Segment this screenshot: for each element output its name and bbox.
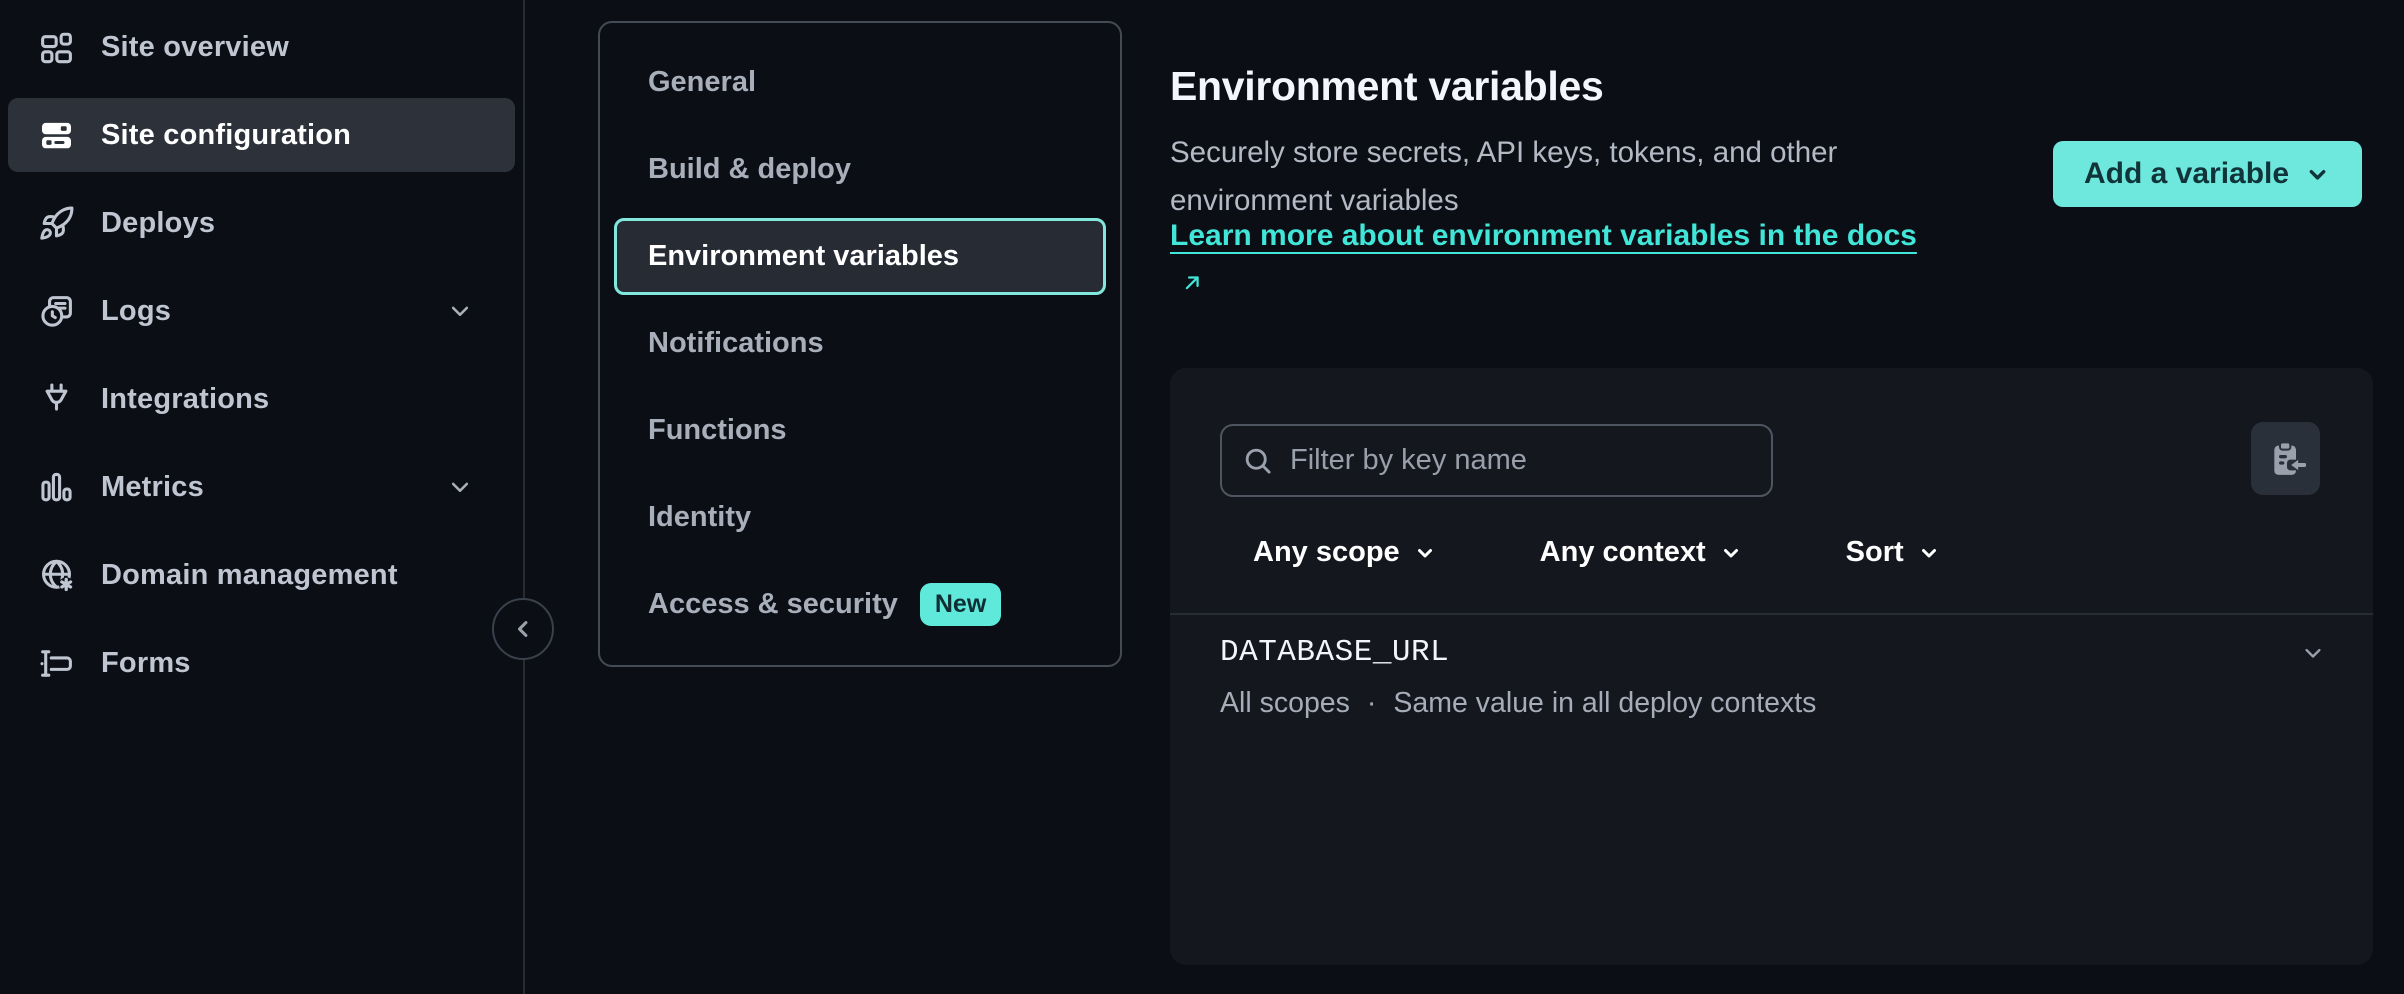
context-filter-dropdown[interactable]: Any context <box>1540 536 1743 569</box>
sidebar-item-forms[interactable]: Forms <box>8 626 515 700</box>
sidebar-item-label: Metrics <box>101 471 204 504</box>
settings-item-label: General <box>648 66 756 99</box>
search-icon <box>1242 445 1273 476</box>
chevron-down-icon <box>445 472 475 502</box>
sidebar-item-label: Logs <box>101 295 171 328</box>
external-link-icon <box>1179 269 1206 296</box>
sidebar-collapse-button[interactable] <box>492 598 554 660</box>
environment-variables-panel: Any scope Any context Sort DATABASE_URL … <box>1170 368 2373 965</box>
sidebar-item-label: Site overview <box>101 31 289 64</box>
chevron-down-icon <box>445 296 475 326</box>
variable-row-database-url[interactable]: DATABASE_URL All scopes · Same value in … <box>1170 615 2373 745</box>
sort-label: Sort <box>1846 536 1904 569</box>
clipboard-import-icon <box>2266 439 2306 479</box>
dashboard-icon <box>38 29 75 66</box>
clock-icon <box>38 293 75 330</box>
variable-scopes: All scopes <box>1220 687 1350 720</box>
form-icon <box>38 645 75 682</box>
add-variable-label: Add a variable <box>2084 157 2289 191</box>
settings-item-label: Functions <box>648 414 787 447</box>
settings-item-build-deploy[interactable]: Build & deploy <box>614 126 1106 213</box>
settings-item-label: Identity <box>648 501 751 534</box>
settings-item-label: Environment variables <box>648 240 959 273</box>
settings-item-label: Build & deploy <box>648 153 851 186</box>
meta-separator: · <box>1367 687 1377 720</box>
context-filter-label: Any context <box>1540 536 1706 569</box>
docs-link-label: Learn more about environment variables i… <box>1170 219 1917 252</box>
sidebar-item-metrics[interactable]: Metrics <box>8 450 515 524</box>
chevron-down-icon <box>1413 541 1437 565</box>
chevron-left-icon <box>509 615 537 643</box>
sidebar-item-label: Deploys <box>101 207 215 240</box>
new-badge: New <box>920 583 1001 626</box>
variable-meta: All scopes · Same value in all deploy co… <box>1220 687 1816 720</box>
settings-item-label: Access & security <box>648 588 898 621</box>
chevron-down-icon <box>1719 541 1743 565</box>
chevron-down-icon <box>2304 161 2331 188</box>
filter-search-box <box>1220 424 1773 497</box>
sidebar-item-domain-management[interactable]: Domain management <box>8 538 515 612</box>
settings-item-general[interactable]: General <box>614 39 1106 126</box>
settings-item-access-security[interactable]: Access & security New <box>614 561 1106 648</box>
add-variable-button[interactable]: Add a variable <box>2053 141 2362 207</box>
sort-dropdown[interactable]: Sort <box>1846 536 1941 569</box>
sidebar-item-deploys[interactable]: Deploys <box>8 186 515 260</box>
page-title: Environment variables <box>1170 63 1603 110</box>
settings-item-environment-variables[interactable]: Environment variables <box>614 218 1106 295</box>
scope-filter-dropdown[interactable]: Any scope <box>1253 536 1437 569</box>
bar-chart-icon <box>38 469 75 506</box>
scope-filter-label: Any scope <box>1253 536 1400 569</box>
sidebar-item-label: Domain management <box>101 559 398 592</box>
chevron-down-icon[interactable] <box>2299 639 2327 667</box>
settings-item-functions[interactable]: Functions <box>614 387 1106 474</box>
settings-item-label: Notifications <box>648 327 824 360</box>
sidebar-item-site-configuration[interactable]: Site configuration <box>8 98 515 172</box>
sidebar-item-site-overview[interactable]: Site overview <box>8 10 515 84</box>
docs-link[interactable]: Learn more about environment variables i… <box>1170 211 1930 309</box>
rocket-icon <box>38 205 75 242</box>
import-env-button[interactable] <box>2251 422 2320 495</box>
globe-icon <box>38 557 75 594</box>
settings-item-identity[interactable]: Identity <box>614 474 1106 561</box>
chevron-down-icon <box>1917 541 1941 565</box>
server-icon <box>38 117 75 154</box>
sidebar-item-logs[interactable]: Logs <box>8 274 515 348</box>
sidebar-item-label: Integrations <box>101 383 269 416</box>
filter-bar: Any scope Any context Sort <box>1253 536 1941 569</box>
sidebar-item-label: Site configuration <box>101 119 351 152</box>
plug-icon <box>38 381 75 418</box>
sidebar: Site overview Site configuration Deploys… <box>0 0 525 994</box>
filter-key-input[interactable] <box>1288 443 1751 478</box>
settings-item-notifications[interactable]: Notifications <box>614 300 1106 387</box>
variable-contexts: Same value in all deploy contexts <box>1393 687 1816 720</box>
settings-menu: General Build & deploy Environment varia… <box>598 21 1122 667</box>
sidebar-item-integrations[interactable]: Integrations <box>8 362 515 436</box>
variable-key: DATABASE_URL <box>1220 635 1449 670</box>
sidebar-item-label: Forms <box>101 647 191 680</box>
